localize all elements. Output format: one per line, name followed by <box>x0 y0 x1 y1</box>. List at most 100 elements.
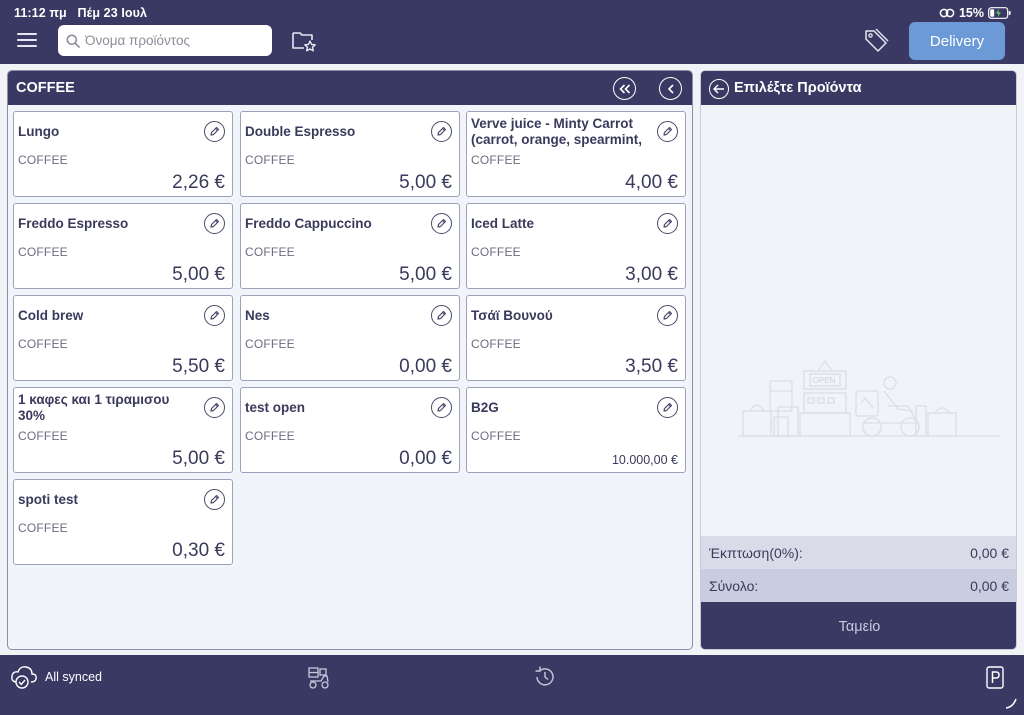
product-card[interactable]: Freddo Espresso COFFEE 5,00 € <box>13 203 233 289</box>
menu-icon[interactable] <box>17 33 37 49</box>
product-card[interactable]: Nes COFFEE 0,00 € <box>240 295 460 381</box>
product-category: COFFEE <box>471 429 521 443</box>
product-name: test open <box>245 400 306 415</box>
edit-product-button[interactable] <box>657 121 678 142</box>
category-title: COFFEE <box>16 80 75 96</box>
product-card[interactable]: Verve juice - Minty Carrot (carrot, oran… <box>466 111 686 197</box>
back-button[interactable] <box>709 79 729 99</box>
product-card[interactable]: Iced Latte COFFEE 3,00 € <box>466 203 686 289</box>
product-search[interactable] <box>58 25 272 56</box>
order-panel: Επιλέξτε Προϊόντα OPEN Έκπτωση(0%): 0,00… <box>700 70 1017 650</box>
edit-product-button[interactable] <box>204 489 225 510</box>
product-card[interactable]: Double Espresso COFFEE 5,00 € <box>240 111 460 197</box>
product-card[interactable]: Τσάϊ Βουνού COFFEE 3,50 € <box>466 295 686 381</box>
product-card[interactable]: Lungo COFFEE 2,26 € <box>13 111 233 197</box>
previous-page-button[interactable] <box>659 77 682 100</box>
search-input[interactable] <box>85 33 265 48</box>
product-price: 10.000,00 € <box>611 453 678 467</box>
total-row: Σύνολο: 0,00 € <box>701 569 1016 602</box>
product-category: COFFEE <box>245 153 295 167</box>
status-time: 11:12 πμ <box>14 6 67 20</box>
parking-icon <box>986 666 1004 689</box>
product-category: COFFEE <box>245 245 295 259</box>
edit-product-button[interactable] <box>431 305 452 326</box>
pencil-icon <box>210 494 220 504</box>
delivery-button[interactable]: Delivery <box>909 22 1005 60</box>
edit-product-button[interactable] <box>657 397 678 418</box>
total-value: 0,00 € <box>970 577 1009 594</box>
edit-product-button[interactable] <box>431 213 452 234</box>
price-tag-icon <box>865 28 889 52</box>
pencil-icon <box>210 126 220 136</box>
pencil-icon <box>663 310 673 320</box>
delivery-orders-button[interactable] <box>306 665 332 696</box>
search-icon <box>66 34 80 48</box>
battery-icon <box>988 7 1011 19</box>
product-name: B2G <box>471 400 499 415</box>
double-chevron-left-icon <box>618 83 630 94</box>
product-price: 0,00 € <box>399 356 452 377</box>
product-category: COFFEE <box>18 153 68 167</box>
pencil-icon <box>437 126 447 136</box>
cloud-check-icon <box>11 666 37 689</box>
product-name: Double Espresso <box>245 124 356 139</box>
product-name: Cold brew <box>18 308 84 323</box>
edit-product-button[interactable] <box>204 121 225 142</box>
product-card[interactable]: Freddo Cappuccino COFFEE 5,00 € <box>240 203 460 289</box>
product-category: COFFEE <box>471 153 521 167</box>
pencil-icon <box>210 218 220 228</box>
discount-row: Έκπτωση(0%): 0,00 € <box>701 536 1016 569</box>
product-name: Iced Latte <box>471 216 535 231</box>
pencil-icon <box>437 402 447 412</box>
product-category: COFFEE <box>18 337 68 351</box>
discount-value: 0,00 € <box>970 544 1009 561</box>
product-card[interactable]: B2G COFFEE 10.000,00 € <box>466 387 686 473</box>
pencil-icon <box>210 402 220 412</box>
edit-product-button[interactable] <box>431 397 452 418</box>
history-clock-icon <box>535 666 554 686</box>
product-price: 2,26 € <box>172 172 225 193</box>
product-card[interactable]: spoti test COFFEE 0,30 € <box>13 479 233 565</box>
battery-percentage: 15% <box>958 6 984 20</box>
product-name: Lungo <box>18 124 60 139</box>
product-price: 0,00 € <box>399 448 452 469</box>
product-category: COFFEE <box>471 337 521 351</box>
edit-product-button[interactable] <box>657 213 678 234</box>
product-price: 5,00 € <box>399 264 452 285</box>
product-card[interactable]: test open COFFEE 0,00 € <box>240 387 460 473</box>
connectivity-icon <box>939 8 955 18</box>
product-category: COFFEE <box>18 245 68 259</box>
pencil-icon <box>663 402 673 412</box>
top-bar: 11:12 πμ Πέμ 23 Ιουλ 15% Delivery <box>0 0 1024 64</box>
product-category: COFFEE <box>245 337 295 351</box>
product-name: spoti test <box>18 492 79 507</box>
checkout-button[interactable]: Ταμείο <box>701 602 1016 649</box>
edit-product-button[interactable] <box>431 121 452 142</box>
parking-button[interactable] <box>985 665 1005 696</box>
edit-product-button[interactable] <box>657 305 678 326</box>
total-label: Σύνολο: <box>709 577 759 594</box>
order-header: Επιλέξτε Προϊόντα <box>701 71 1016 105</box>
sync-status[interactable]: All synced <box>10 665 102 689</box>
status-indicators: 15% <box>939 6 1012 20</box>
product-price: 5,50 € <box>172 356 225 377</box>
favorites-folder-button[interactable] <box>291 29 317 58</box>
category-header: COFFEE <box>8 71 692 105</box>
chevron-left-icon <box>667 83 674 94</box>
history-button[interactable] <box>532 664 558 695</box>
product-card[interactable]: 1 καφες και 1 τιραμισου 30% COFFEE 5,00 € <box>13 387 233 473</box>
product-category: COFFEE <box>18 521 68 535</box>
product-name: Freddo Cappuccino <box>245 216 372 231</box>
product-card[interactable]: Cold brew COFFEE 5,50 € <box>13 295 233 381</box>
edit-product-button[interactable] <box>204 305 225 326</box>
price-tag-button[interactable] <box>863 28 889 59</box>
svg-text:OPEN: OPEN <box>813 376 836 385</box>
first-page-button[interactable] <box>613 77 636 100</box>
bottom-bar: All synced <box>0 655 1024 715</box>
edit-product-button[interactable] <box>204 397 225 418</box>
product-name: Nes <box>245 308 270 323</box>
edit-product-button[interactable] <box>204 213 225 234</box>
product-name: 1 καφες και 1 τιραμισου 30% <box>18 392 170 423</box>
product-price: 5,00 € <box>172 264 225 285</box>
drag-handle-icon <box>1005 698 1017 709</box>
